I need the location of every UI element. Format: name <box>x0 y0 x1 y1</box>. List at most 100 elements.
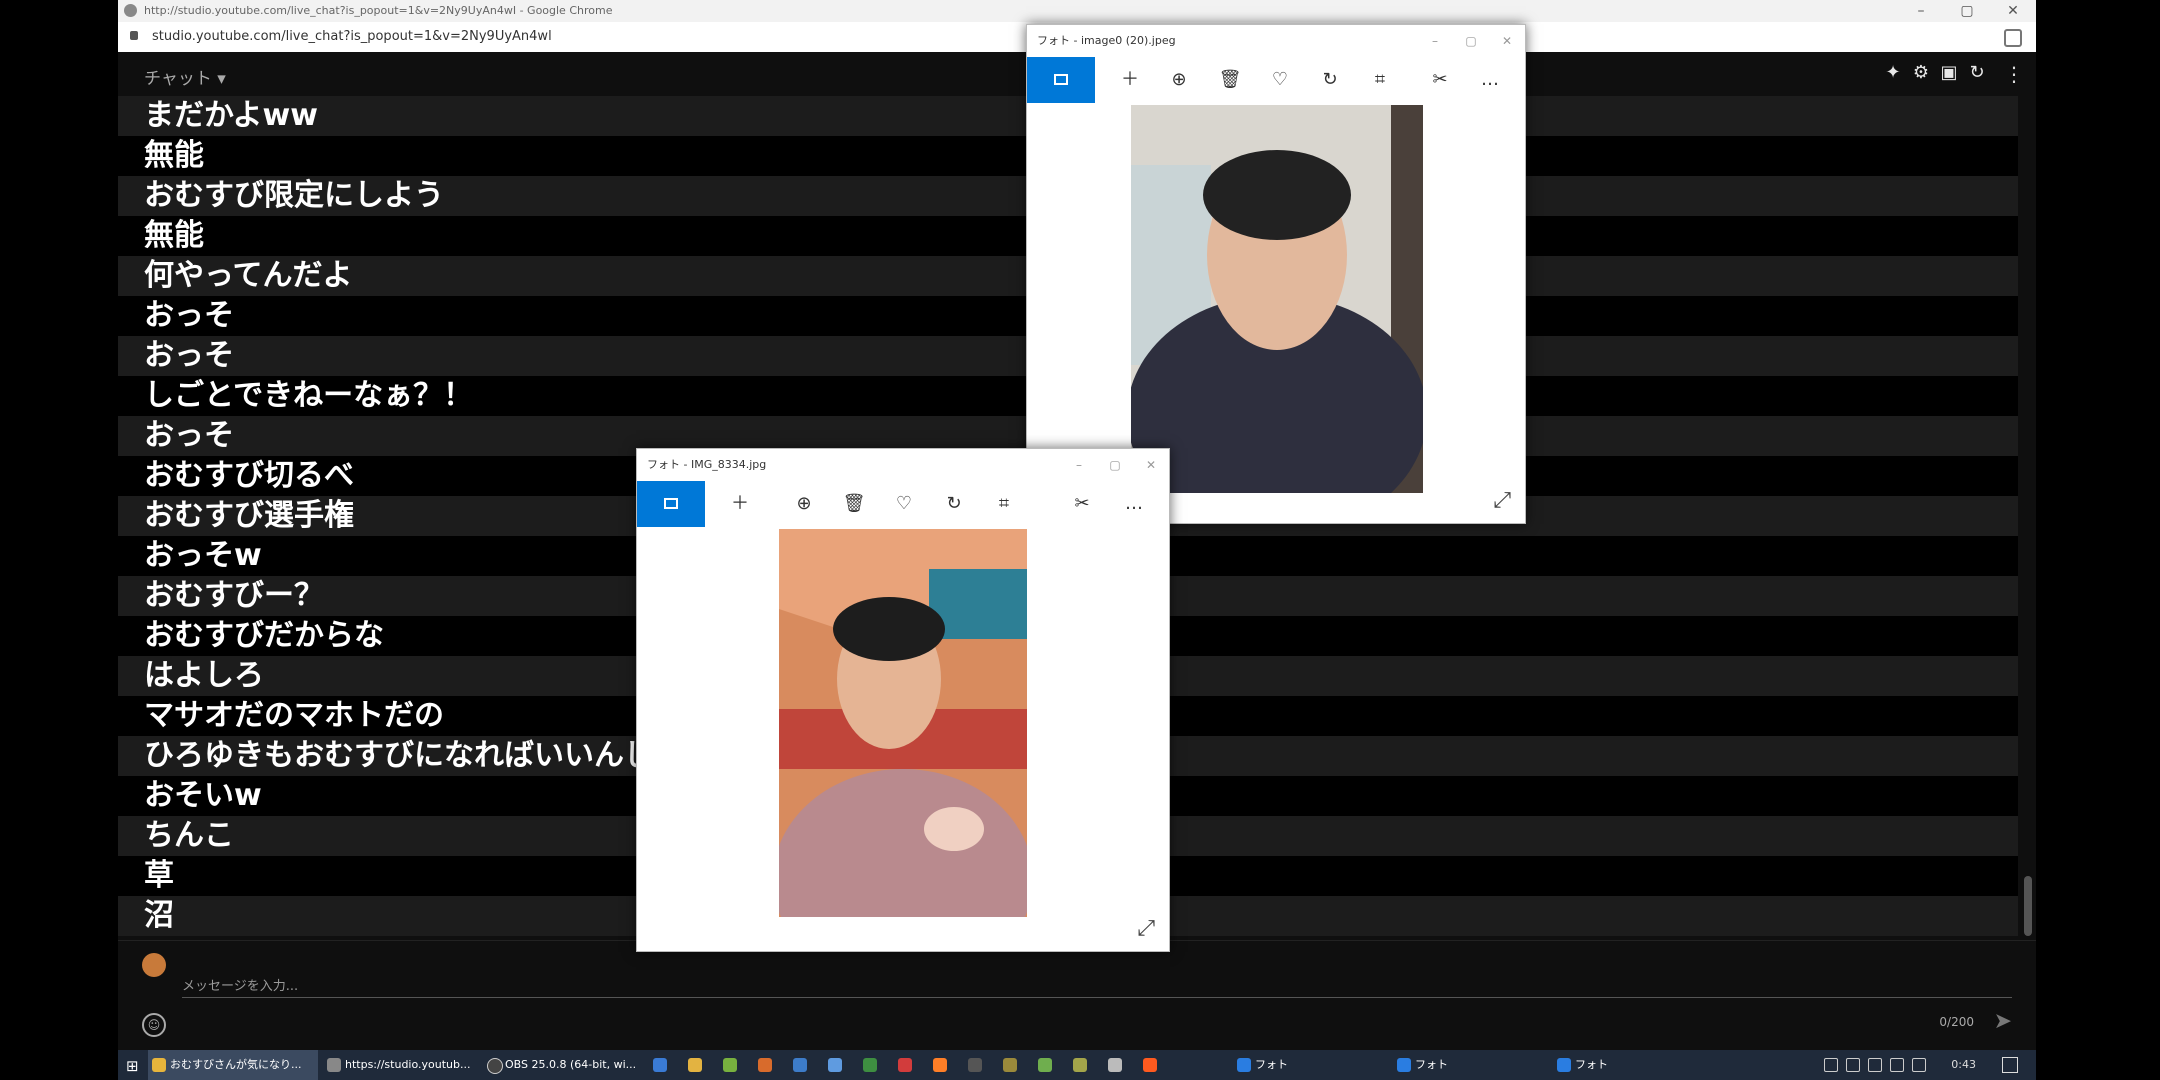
more-icon[interactable]: … <box>1473 57 1507 103</box>
chrome-icon <box>124 4 137 17</box>
fullscreen-icon[interactable]: ⤢ <box>1493 488 1511 513</box>
firefox-icon[interactable] <box>1143 1058 1157 1072</box>
refresh-icon[interactable]: ↻ <box>1968 64 1986 82</box>
send-icon[interactable]: ➤ <box>1994 1009 2012 1034</box>
maximize-button[interactable]: ▢ <box>1944 0 1990 22</box>
photos-toolbar: ＋ ⊕ 🗑 ♡ ↻ ⌗ ✂ … <box>637 481 1169 527</box>
avatar <box>142 953 166 977</box>
zoom-icon[interactable]: ⊕ <box>787 481 821 527</box>
taskbar-item-label: OBS 25.0.8 (64-bit, wi... <box>505 1058 637 1071</box>
crop-icon[interactable]: ⌗ <box>1363 57 1397 103</box>
more-options-icon[interactable]: ⋮ <box>2004 62 2024 86</box>
photos-window-title: フォト - image0 (20).jpeg <box>1037 34 1176 47</box>
photo-image <box>779 529 1027 917</box>
image-icon <box>1054 74 1068 85</box>
favorite-icon[interactable]: ♡ <box>1263 57 1297 103</box>
view-photo-button[interactable] <box>1027 57 1095 103</box>
browser-title-bar: http://studio.youtube.com/live_chat?is_p… <box>118 0 2036 22</box>
maximize-button[interactable]: ▢ <box>1097 449 1133 481</box>
photos-icon <box>1557 1058 1571 1072</box>
more-icon[interactable]: … <box>1117 481 1151 527</box>
chrome-icon <box>152 1058 166 1072</box>
app-icon[interactable] <box>863 1058 877 1072</box>
delete-icon[interactable]: 🗑 <box>1213 57 1247 103</box>
rotate-icon[interactable]: ↻ <box>1313 57 1347 103</box>
close-button[interactable]: ✕ <box>1990 0 2036 22</box>
app-icon[interactable] <box>968 1058 982 1072</box>
rotate-icon[interactable]: ↻ <box>937 481 971 527</box>
chat-mode-dropdown[interactable]: チャット ▾ <box>144 64 226 89</box>
minimize-button[interactable]: – <box>1898 0 1944 22</box>
extension-icon[interactable] <box>2004 29 2022 47</box>
app-icon[interactable] <box>723 1058 737 1072</box>
volume-icon[interactable] <box>1846 1058 1860 1072</box>
app-icon[interactable] <box>898 1058 912 1072</box>
system-tray <box>1824 1058 1926 1072</box>
app-icon[interactable] <box>933 1058 947 1072</box>
photos-icon <box>1237 1058 1251 1072</box>
app-icon[interactable] <box>1108 1058 1122 1072</box>
input-underline <box>182 997 2012 998</box>
quick-launch-icon[interactable] <box>653 1058 667 1072</box>
taskbar-item-photos-2[interactable]: フォト <box>1393 1050 1535 1080</box>
taskbar-item-label: フォト <box>1575 1058 1608 1071</box>
add-icon[interactable]: ＋ <box>1113 57 1147 103</box>
save-icon[interactable]: ▣ <box>1940 64 1958 82</box>
app-icon[interactable] <box>1003 1058 1017 1072</box>
add-icon[interactable]: ＋ <box>723 481 757 527</box>
taskbar-item-obs[interactable]: OBS 25.0.8 (64-bit, wi... <box>483 1050 655 1080</box>
view-photo-button[interactable] <box>637 481 705 527</box>
taskbar-item-label: おむすびさんが気になり... <box>170 1058 302 1071</box>
photo-placeholder <box>1131 105 1423 493</box>
chat-input-area: メッセージを入力... ☺ 0/200 ➤ <box>118 940 2036 1059</box>
photos-window-title: フォト - IMG_8334.jpg <box>647 458 767 471</box>
windows-start-icon[interactable]: ⊞ <box>126 1057 139 1075</box>
folder-icon[interactable] <box>688 1058 702 1072</box>
app-icon[interactable] <box>1073 1058 1087 1072</box>
edit-icon[interactable]: ✂ <box>1423 57 1457 103</box>
scrollbar-thumb[interactable] <box>2024 876 2032 936</box>
pin-icon[interactable]: ✦ <box>1884 64 1902 82</box>
minimize-button[interactable]: – <box>1417 25 1453 57</box>
network-icon[interactable] <box>1824 1058 1838 1072</box>
favorite-icon[interactable]: ♡ <box>887 481 921 527</box>
taskbar-item-label: https://studio.youtub... <box>345 1058 471 1071</box>
close-button[interactable]: ✕ <box>1489 25 1525 57</box>
photos-window-2[interactable]: フォト - IMG_8334.jpg – ▢ ✕ ＋ ⊕ 🗑 ♡ ↻ ⌗ ✂ … <box>636 448 1170 952</box>
clock[interactable]: 0:43 <box>1951 1050 1976 1080</box>
taskbar-item-studio[interactable]: https://studio.youtub... <box>323 1050 495 1080</box>
scrollbar[interactable] <box>2024 96 2032 936</box>
chat-toolbar: ✦ ⚙ ▣ ↻ <box>1884 64 1986 82</box>
photos-icon <box>1397 1058 1411 1072</box>
app-icon[interactable] <box>828 1058 842 1072</box>
dropbox-icon[interactable] <box>1868 1058 1882 1072</box>
lock-icon <box>130 31 138 40</box>
char-counter: 0/200 <box>1939 1015 1974 1029</box>
window-title: http://studio.youtube.com/live_chat?is_p… <box>144 4 613 17</box>
url-text[interactable]: studio.youtube.com/live_chat?is_popout=1… <box>152 22 552 52</box>
battery-icon[interactable] <box>1890 1058 1904 1072</box>
obs-icon <box>487 1058 503 1074</box>
fullscreen-icon[interactable]: ⤢ <box>1137 916 1155 941</box>
crop-icon[interactable]: ⌗ <box>987 481 1021 527</box>
ime-icon[interactable] <box>1912 1058 1926 1072</box>
notification-icon[interactable] <box>2002 1057 2018 1073</box>
taskbar-item-label: フォト <box>1255 1058 1288 1071</box>
taskbar-item-photos-3[interactable]: フォト <box>1553 1050 1695 1080</box>
app-icon[interactable] <box>793 1058 807 1072</box>
photo-placeholder <box>779 529 1027 917</box>
taskbar-item-label: フォト <box>1415 1058 1448 1071</box>
app-icon[interactable] <box>1038 1058 1052 1072</box>
maximize-button[interactable]: ▢ <box>1453 25 1489 57</box>
close-button[interactable]: ✕ <box>1133 449 1169 481</box>
delete-icon[interactable]: 🗑 <box>837 481 871 527</box>
app-icon[interactable] <box>758 1058 772 1072</box>
edit-icon[interactable]: ✂ <box>1065 481 1099 527</box>
zoom-icon[interactable]: ⊕ <box>1162 57 1196 103</box>
chat-input-field[interactable]: メッセージを入力... <box>182 975 298 994</box>
settings-icon[interactable]: ⚙ <box>1912 64 1930 82</box>
taskbar-item-chrome-chat[interactable]: おむすびさんが気になり... <box>148 1050 318 1080</box>
taskbar-item-photos-1[interactable]: フォト <box>1233 1050 1375 1080</box>
emoji-icon[interactable]: ☺ <box>142 1013 166 1037</box>
minimize-button[interactable]: – <box>1061 449 1097 481</box>
